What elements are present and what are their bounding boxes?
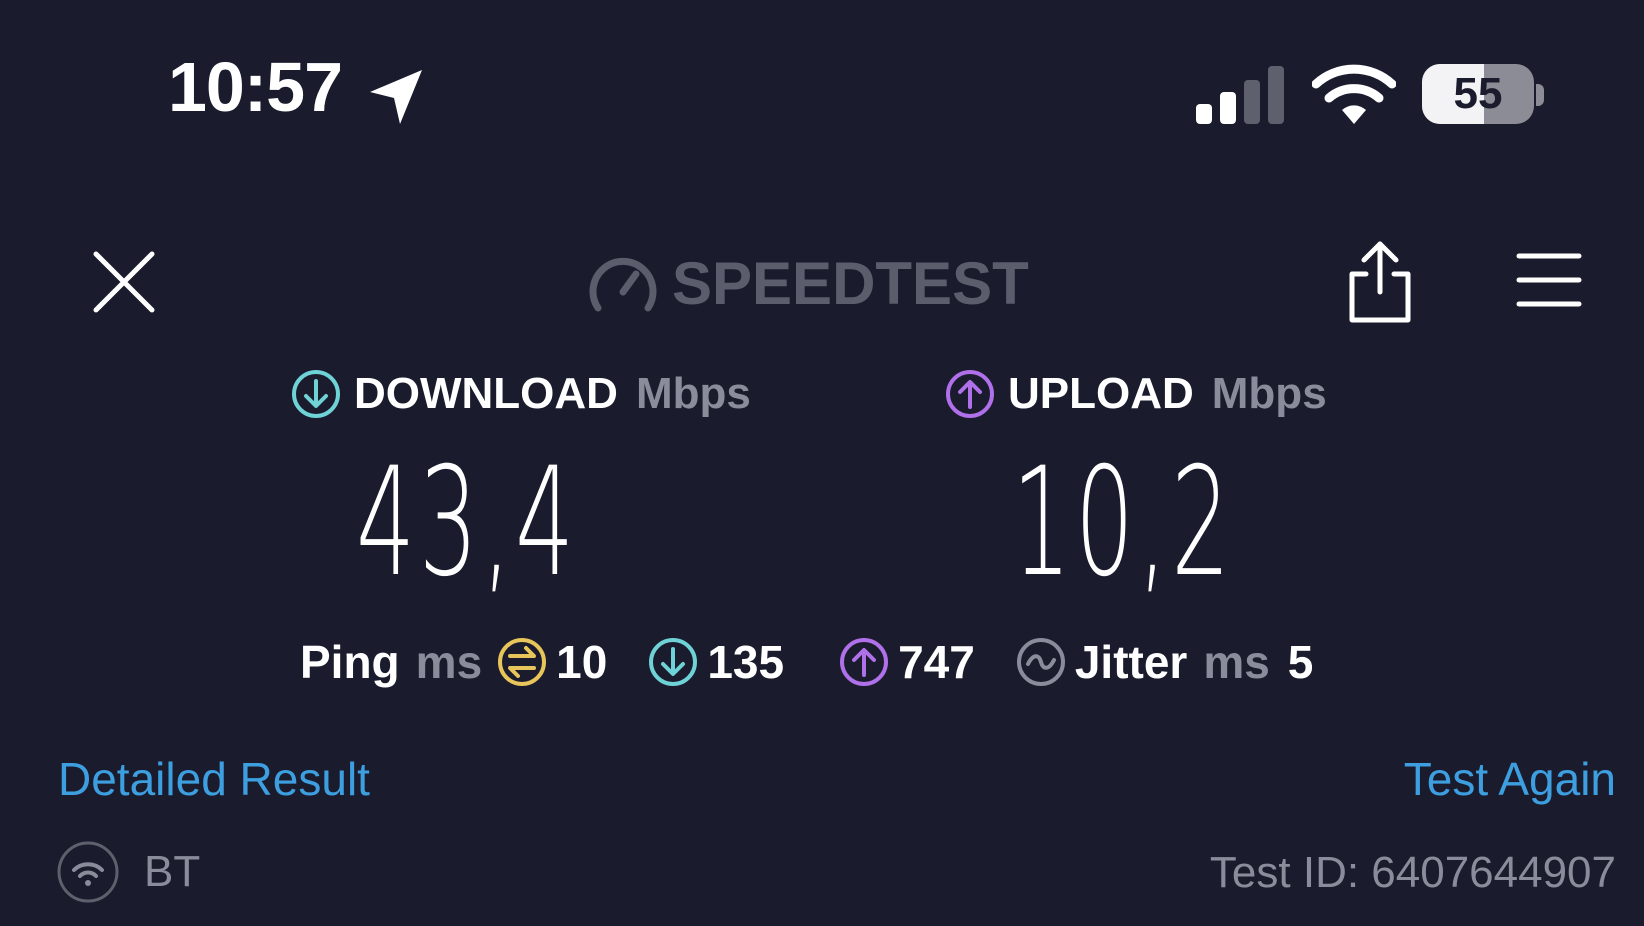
speedometer-icon (589, 257, 657, 312)
ping-jitter-row: Ping ms 10 135 747 Jitter ms 5 (300, 635, 1313, 689)
idle-ping-value: 10 (556, 636, 608, 688)
download-unit: Mbps (635, 369, 751, 418)
cellular-signal-icon (1196, 66, 1284, 124)
download-speed-value: 43,4 (356, 436, 578, 610)
battery-indicator: 55 (1422, 64, 1544, 126)
close-icon (93, 251, 155, 313)
upload-ping-icon (840, 638, 889, 686)
upload-speed-value: 10,2 (1012, 436, 1234, 610)
upload-ping-value: 747 (898, 636, 975, 688)
ping-unit: ms (415, 636, 483, 688)
upload-label: UPLOAD (1008, 369, 1194, 418)
jitter-unit: ms (1203, 636, 1270, 688)
detailed-result-link[interactable]: Detailed Result (58, 752, 370, 806)
upload-unit: Mbps (1211, 369, 1327, 418)
hamburger-menu-icon (1516, 253, 1582, 307)
network-name: BT (144, 847, 201, 896)
download-arrow-icon (292, 370, 340, 418)
test-id: Test ID: 6407644907 (1209, 848, 1616, 897)
upload-header: UPLOAD Mbps (944, 368, 1327, 420)
ping-label: Ping (300, 636, 400, 688)
location-arrow-icon (370, 70, 422, 124)
menu-button[interactable] (1516, 250, 1582, 310)
brand-name: SPEEDTEST (672, 249, 1029, 317)
network-wifi-icon (57, 841, 119, 903)
download-ping-value: 135 (707, 636, 785, 688)
battery-level: 55 (1453, 69, 1503, 118)
jitter-label: Jitter (1074, 636, 1188, 688)
jitter-icon (1016, 638, 1065, 686)
share-button[interactable] (1344, 240, 1416, 324)
network-info: BT (56, 840, 200, 904)
status-time: 10:57 (168, 48, 343, 126)
download-label: DOWNLOAD (354, 369, 618, 418)
jitter-value: 5 (1287, 636, 1314, 688)
share-icon (1349, 241, 1411, 323)
download-header: DOWNLOAD Mbps (290, 368, 751, 420)
close-button[interactable] (88, 246, 160, 318)
download-ping-icon (649, 638, 698, 686)
speedtest-logo: SPEEDTEST (588, 248, 1029, 318)
idle-ping-icon (498, 638, 547, 686)
wifi-icon (1312, 64, 1396, 124)
upload-arrow-icon (946, 370, 994, 418)
test-again-link[interactable]: Test Again (1404, 752, 1616, 806)
